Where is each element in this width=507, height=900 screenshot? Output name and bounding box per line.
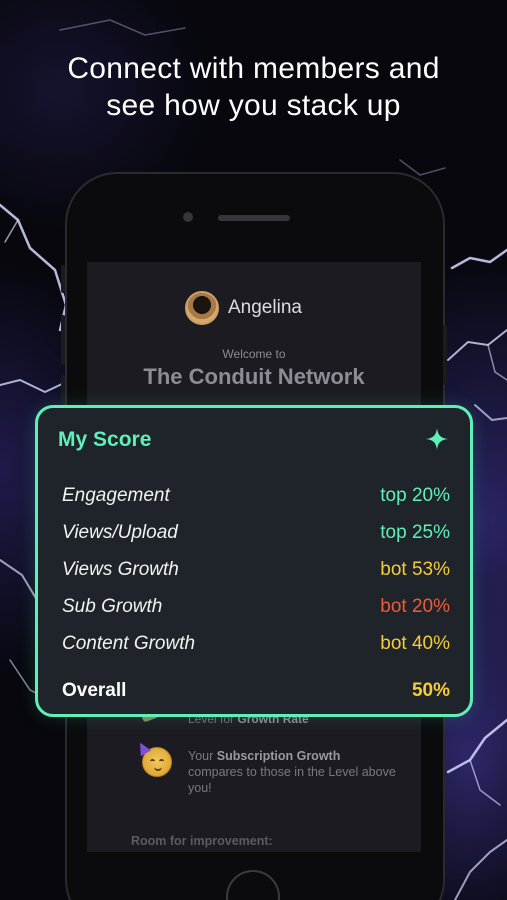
overall-label: Overall bbox=[62, 680, 127, 701]
metric-label: Sub Growth bbox=[62, 596, 163, 617]
user-header[interactable]: Angelina bbox=[185, 291, 302, 325]
metric-value: bot 40% bbox=[380, 633, 450, 654]
score-title: My Score bbox=[58, 428, 152, 451]
metric-row-content-growth: Content Growth bot 40% bbox=[62, 630, 450, 658]
metric-row-views-growth: Views Growth bot 53% bbox=[62, 556, 450, 584]
phone-power-button bbox=[443, 325, 447, 385]
network-name: The Conduit Network bbox=[143, 364, 365, 389]
metric-row-views-upload: Views/Upload top 25% bbox=[62, 519, 450, 547]
room-for-improvement-heading: Room for improvement: bbox=[131, 834, 273, 848]
subscription-growth-text: Your Subscription Growth compares to tho… bbox=[188, 749, 396, 795]
phone-camera bbox=[183, 212, 193, 222]
score-card: My Score Engagement top 20% Views/Upload… bbox=[35, 405, 473, 717]
metric-value: top 25% bbox=[380, 522, 450, 543]
phone-side-button bbox=[61, 265, 65, 293]
phone-speaker bbox=[218, 215, 290, 221]
metric-value: bot 53% bbox=[380, 559, 450, 580]
user-name: Angelina bbox=[228, 297, 302, 318]
sparkle-icon bbox=[426, 428, 448, 450]
metric-label: Views/Upload bbox=[62, 522, 178, 543]
metric-label: Views Growth bbox=[62, 559, 179, 580]
avatar[interactable] bbox=[185, 291, 219, 325]
metric-row-engagement: Engagement top 20% bbox=[62, 482, 450, 510]
metric-row-sub-growth: Sub Growth bot 20% bbox=[62, 593, 450, 621]
metric-value: bot 20% bbox=[380, 596, 450, 617]
metric-value: top 20% bbox=[380, 485, 450, 506]
headline-line-1: Connect with members and bbox=[67, 52, 440, 85]
headline: Connect with members and see how you sta… bbox=[0, 50, 507, 124]
metric-label: Content Growth bbox=[62, 633, 196, 654]
welcome-label: Welcome to bbox=[222, 347, 286, 361]
headline-line-2: see how you stack up bbox=[106, 89, 401, 122]
phone-volume-up bbox=[61, 315, 65, 365]
metric-label: Engagement bbox=[62, 485, 170, 506]
overall-row: Overall 50% bbox=[62, 677, 450, 705]
overall-value: 50% bbox=[411, 680, 450, 701]
